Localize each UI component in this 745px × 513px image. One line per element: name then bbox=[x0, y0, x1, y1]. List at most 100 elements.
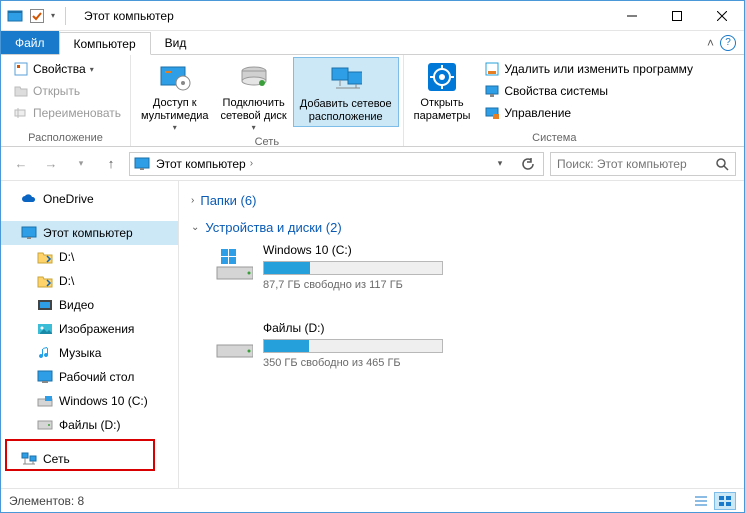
navigation-bar: ← → ▾ ↑ Этот компьютер › ▾ bbox=[1, 147, 744, 181]
rename-label: Переименовать bbox=[33, 106, 121, 120]
sidebar-label: Файлы (D:) bbox=[59, 418, 120, 432]
sidebar-item-onedrive[interactable]: OneDrive bbox=[1, 187, 178, 211]
app-icon bbox=[7, 8, 23, 24]
drive-name: Файлы (D:) bbox=[263, 321, 463, 335]
drives-list: Windows 10 (C:) 87,7 ГБ свободно из 117 … bbox=[191, 243, 732, 369]
breadcrumb-root[interactable]: Этот компьютер › bbox=[156, 157, 253, 171]
recent-locations-button[interactable]: ▾ bbox=[69, 152, 93, 176]
sysprops-button[interactable]: Свойства системы bbox=[480, 81, 697, 101]
properties-icon bbox=[13, 61, 29, 77]
breadcrumb-label: Этот компьютер bbox=[156, 157, 246, 171]
media-label: Доступ к мультимедиа bbox=[141, 97, 209, 123]
sidebar-label: Сеть bbox=[43, 452, 70, 466]
network-location-icon bbox=[330, 62, 362, 94]
tab-computer[interactable]: Компьютер bbox=[59, 32, 151, 55]
uninstall-button[interactable]: Удалить или изменить программу bbox=[480, 59, 697, 79]
settings-icon bbox=[426, 61, 458, 93]
chevron-down-icon: ▾ bbox=[90, 65, 94, 74]
sidebar-item-cdrive[interactable]: Windows 10 (C:) bbox=[1, 389, 178, 413]
manage-icon bbox=[484, 105, 500, 121]
ribbon-collapse-icon[interactable]: ˄ bbox=[707, 36, 714, 50]
add-location-label: Добавить сетевое расположение bbox=[300, 98, 392, 124]
sidebar-item-d1[interactable]: D:\ bbox=[1, 245, 178, 269]
sidebar-label: Музыка bbox=[59, 346, 101, 360]
manage-button[interactable]: Управление bbox=[480, 103, 697, 123]
properties-button[interactable]: Свойства ▾ bbox=[9, 59, 125, 79]
search-icon[interactable] bbox=[715, 157, 729, 171]
folder-link-icon bbox=[37, 273, 53, 289]
media-icon bbox=[159, 61, 191, 93]
drive-free-text: 350 ГБ свободно из 465 ГБ bbox=[263, 357, 463, 369]
qat-checkbox-icon[interactable] bbox=[29, 8, 45, 24]
open-label: Открыть bbox=[33, 84, 80, 98]
maximize-button[interactable] bbox=[654, 1, 699, 31]
sidebar-item-network[interactable]: Сеть bbox=[1, 447, 178, 471]
search-input[interactable] bbox=[557, 157, 715, 171]
view-icons-button[interactable] bbox=[714, 492, 736, 510]
sidebar-item-desktop[interactable]: Рабочий стол bbox=[1, 365, 178, 389]
ribbon-group-location: Свойства ▾ Открыть Переименовать Располо… bbox=[1, 55, 131, 146]
rename-icon bbox=[13, 105, 29, 121]
group-header-drives[interactable]: ⌄ Устройства и диски (2) bbox=[191, 216, 732, 243]
minimize-button[interactable] bbox=[609, 1, 654, 31]
add-network-location-button[interactable]: Добавить сетевое расположение bbox=[293, 57, 399, 127]
rename-button[interactable]: Переименовать bbox=[9, 103, 125, 123]
sidebar-item-ddrive[interactable]: Файлы (D:) bbox=[1, 413, 178, 437]
help-icon[interactable]: ? bbox=[720, 35, 736, 51]
qat-dropdown-icon[interactable]: ▾ bbox=[51, 11, 55, 20]
drive-name: Windows 10 (C:) bbox=[263, 243, 463, 257]
ribbon-group-system: Открыть параметры Удалить или изменить п… bbox=[404, 55, 705, 146]
view-details-button[interactable] bbox=[690, 492, 712, 510]
sidebar-label: Этот компьютер bbox=[43, 226, 133, 240]
ribbon-group-network: Доступ к мультимедиа ▾ Подключить сетево… bbox=[131, 55, 404, 146]
folder-link-icon bbox=[37, 249, 53, 265]
group-label-network: Сеть bbox=[135, 134, 399, 150]
chevron-right-icon: › bbox=[250, 158, 253, 169]
forward-button[interactable]: → bbox=[39, 152, 63, 176]
title-bar: ▾ Этот компьютер bbox=[1, 1, 744, 31]
drive-icon bbox=[37, 393, 53, 409]
ribbon-help: ˄ ? bbox=[707, 31, 744, 54]
tab-view[interactable]: Вид bbox=[151, 31, 201, 54]
sidebar-item-thispc[interactable]: Этот компьютер bbox=[1, 221, 178, 245]
drive-item[interactable]: Файлы (D:) 350 ГБ свободно из 465 ГБ bbox=[213, 321, 463, 369]
open-icon bbox=[13, 83, 29, 99]
cloud-icon bbox=[21, 191, 37, 207]
drive-c-icon bbox=[213, 243, 253, 283]
media-access-button[interactable]: Доступ к мультимедиа ▾ bbox=[135, 57, 215, 134]
drive-icon bbox=[37, 417, 53, 433]
separator bbox=[65, 7, 66, 25]
map-drive-label: Подключить сетевой диск bbox=[221, 97, 287, 123]
pictures-icon bbox=[37, 321, 53, 337]
sidebar-item-music[interactable]: Музыка bbox=[1, 341, 178, 365]
group-header-folders[interactable]: › Папки (6) bbox=[191, 189, 732, 216]
sidebar-item-d2[interactable]: D:\ bbox=[1, 269, 178, 293]
sysprops-icon bbox=[484, 83, 500, 99]
close-button[interactable] bbox=[699, 1, 744, 31]
address-dropdown-button[interactable]: ▾ bbox=[489, 153, 511, 175]
back-button[interactable]: ← bbox=[9, 152, 33, 176]
drive-usage-bar bbox=[263, 261, 443, 275]
search-box[interactable] bbox=[550, 152, 736, 176]
chevron-right-icon: › bbox=[191, 195, 194, 206]
monitor-icon bbox=[134, 156, 150, 172]
drive-item[interactable]: Windows 10 (C:) 87,7 ГБ свободно из 117 … bbox=[213, 243, 463, 291]
sysprops-label: Свойства системы bbox=[504, 84, 608, 98]
address-bar[interactable]: Этот компьютер › ▾ bbox=[129, 152, 544, 176]
open-settings-button[interactable]: Открыть параметры bbox=[408, 57, 477, 125]
map-drive-button[interactable]: Подключить сетевой диск ▾ bbox=[215, 57, 293, 134]
properties-label: Свойства bbox=[33, 62, 86, 76]
content-pane[interactable]: › Папки (6) ⌄ Устройства и диски (2) Win… bbox=[179, 181, 744, 488]
open-settings-label: Открыть параметры bbox=[414, 97, 471, 123]
sidebar-item-video[interactable]: Видео bbox=[1, 293, 178, 317]
tab-file[interactable]: Файл bbox=[1, 31, 59, 54]
up-button[interactable]: ↑ bbox=[99, 152, 123, 176]
refresh-button[interactable] bbox=[517, 153, 539, 175]
sidebar-label: Windows 10 (C:) bbox=[59, 394, 148, 408]
sidebar-item-pictures[interactable]: Изображения bbox=[1, 317, 178, 341]
group-label-location: Расположение bbox=[5, 130, 126, 146]
chevron-down-icon: ⌄ bbox=[191, 222, 199, 233]
open-button[interactable]: Открыть bbox=[9, 81, 125, 101]
status-item-count: Элементов: 8 bbox=[9, 494, 84, 508]
quick-access-toolbar: ▾ bbox=[1, 7, 76, 25]
